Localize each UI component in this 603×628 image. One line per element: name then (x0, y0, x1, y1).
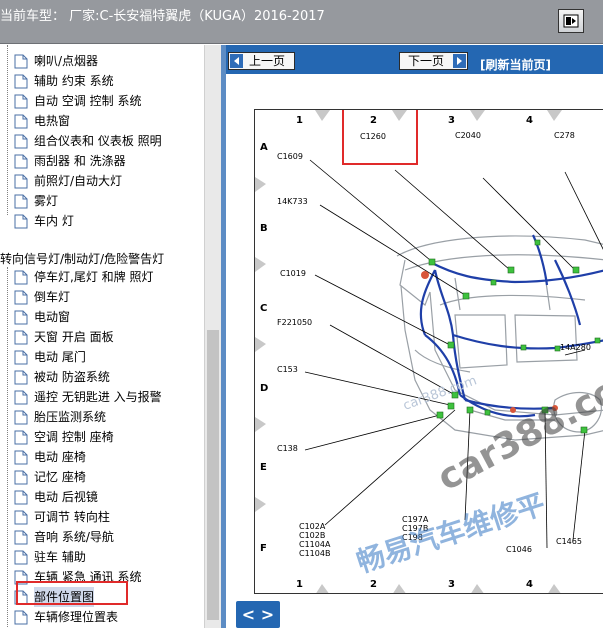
refresh-page-link[interactable]: [刷新当前页] (480, 56, 551, 73)
grid-row-c: C (260, 303, 267, 314)
document-icon (14, 214, 28, 229)
tree-item-label: 雨刮器 和 洗涤器 (34, 154, 126, 168)
tree-item-label: 停车灯,尾灯 和牌 照灯 (34, 270, 154, 284)
document-icon (14, 174, 28, 189)
prev-page-label: 上一页 (249, 54, 286, 68)
document-icon (14, 290, 28, 305)
tree-item-label: 电热窗 (34, 114, 71, 128)
tree-item-label: 电动窗 (34, 310, 71, 324)
arrow-right-icon (453, 54, 466, 68)
grid-row-b: B (260, 223, 268, 234)
grid-col-1: 1 (296, 115, 303, 126)
document-icon (14, 350, 28, 365)
connector-label: 14A280 (560, 343, 591, 352)
grid-col-4: 4 (526, 115, 533, 126)
grid-row-a: A (260, 142, 268, 153)
document-icon (14, 370, 28, 385)
tree-item-label: 电动 后视镜 (34, 490, 98, 504)
connector-label: C1046 (506, 545, 532, 554)
grid-col-2-bottom: 2 (370, 579, 377, 590)
connector-label: C1609 (277, 152, 303, 161)
selection-highlight-box (16, 581, 128, 605)
arrow-left-icon (230, 54, 243, 68)
tree-item-label: 车辆修理位置表 (34, 610, 119, 624)
grid-col-3: 3 (448, 115, 455, 126)
connector-label: C1104B (299, 549, 330, 558)
exit-icon (563, 14, 579, 28)
tree-item-label: 辅助 约束 系统 (34, 74, 114, 88)
document-icon (14, 114, 28, 129)
tree-item-label: 被动 防盗系统 (34, 370, 110, 384)
title-bar: 当前车型： 厂家:C-长安福特翼虎（KUGA）2016-2017 (0, 0, 603, 44)
tree-item-label: 喇叭/点烟器 (34, 54, 99, 68)
tree-item-label: 音响 系统/导航 (34, 530, 114, 544)
tree-item-label: 天窗 开启 面板 (34, 330, 114, 344)
connector-label: 14K733 (277, 197, 308, 206)
connector-label: C1019 (280, 269, 306, 278)
connector-label: C1465 (556, 537, 582, 546)
next-page-label: 下一页 (408, 54, 445, 68)
connector-label: C1104A (299, 540, 331, 549)
exit-button[interactable] (558, 9, 584, 33)
document-icon (14, 390, 28, 405)
grid-col-4-bottom: 4 (526, 579, 533, 590)
document-icon (14, 74, 28, 89)
tree-item-label: 车内 灯 (34, 214, 74, 228)
grid-row-f: F (260, 543, 267, 554)
document-icon (14, 610, 28, 625)
document-icon (14, 530, 28, 545)
connector-label: C102B (299, 531, 325, 540)
tree-item-label: 驻车 辅助 (34, 550, 86, 564)
tree-item-label: 电动 座椅 (34, 450, 86, 464)
connector-label: C102A (299, 522, 326, 531)
tree-item-label: 倒车灯 (34, 290, 71, 304)
tree-item-label: 胎压监测系统 (34, 410, 107, 424)
tree-item-label: 记忆 座椅 (34, 470, 86, 484)
connector-label: F221050 (277, 318, 312, 327)
next-page-button[interactable]: 下一页 (399, 52, 468, 70)
document-icon (14, 450, 28, 465)
document-icon (14, 270, 28, 285)
document-icon (14, 490, 28, 505)
document-icon (14, 510, 28, 525)
document-icon (14, 54, 28, 69)
document-icon (14, 330, 28, 345)
document-icon (14, 154, 28, 169)
tree-item-label: 自动 空调 控制 系统 (34, 94, 142, 108)
prev-page-button[interactable]: 上一页 (228, 52, 295, 70)
tree-item-label: 空调 控制 座椅 (34, 430, 114, 444)
grid-row-e: E (260, 462, 267, 473)
document-icon (14, 134, 28, 149)
document-icon (14, 550, 28, 565)
tree-scrollbar[interactable] (204, 45, 221, 628)
tree-item-label: 遥控 无钥匙进 入与报警 (34, 390, 162, 404)
tree-item-label: 组合仪表和 仪表板 照明 (34, 134, 162, 148)
document-icon (14, 470, 28, 485)
page-nav-button[interactable]: < > (236, 601, 280, 628)
grid-col-3-bottom: 3 (448, 579, 455, 590)
tree-item-label: 可调节 转向柱 (34, 510, 110, 524)
tree-item-label: 前照灯/自动大灯 (34, 174, 123, 188)
connector-label: C278 (554, 131, 575, 140)
current-vehicle-title: 当前车型： 厂家:C-长安福特翼虎（KUGA）2016-2017 (0, 9, 325, 24)
diagram-viewer: 上一页 下一页 [刷新当前页] 1 2 3 4 1 2 3 4 A B C D … (226, 45, 603, 628)
connector-label: C2040 (455, 131, 481, 140)
grid-col-1-bottom: 1 (296, 579, 303, 590)
document-icon (14, 194, 28, 209)
tree-item-label: 电动 尾门 (34, 350, 86, 364)
document-icon (14, 410, 28, 425)
document-icon (14, 430, 28, 445)
category-tree: 喇叭/点烟器 辅助 约束 系统 自动 空调 控制 系统 电热窗 组合仪表和 仪表… (0, 45, 204, 628)
connector-label: C153 (277, 365, 298, 374)
connector-highlight-box (342, 110, 418, 165)
connector-label: C138 (277, 444, 298, 453)
grid-row-d: D (260, 383, 268, 394)
tree-group-turn-signals[interactable]: 转向信号灯/制动灯/危险警告灯 (0, 249, 164, 269)
document-icon (14, 94, 28, 109)
tree-item-label: 雾灯 (34, 194, 59, 208)
scrollbar-thumb[interactable] (207, 330, 219, 620)
document-icon (14, 310, 28, 325)
page-toolbar: 上一页 下一页 [刷新当前页] (226, 45, 603, 74)
